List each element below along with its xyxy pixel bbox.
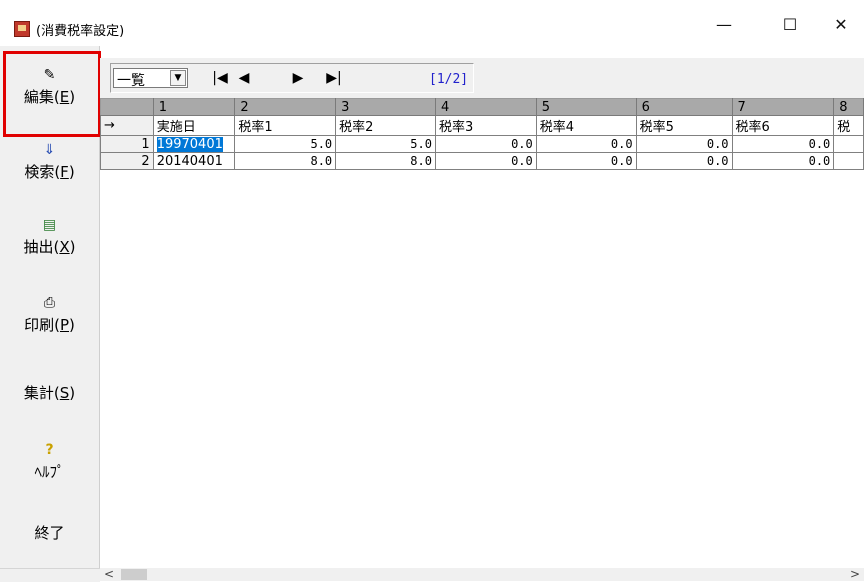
row-number[interactable]: 2 [100,152,154,170]
extract-button[interactable]: ▤ 抽出(X) [2,216,97,257]
corner-arrow: → [100,115,154,136]
last-record-button[interactable]: ▶| [325,70,343,86]
column-number-row: 1 2 3 4 5 6 7 8 [100,98,864,116]
maximize-button[interactable]: ☐ [767,10,813,40]
extract-shortcut: X [59,238,70,256]
help-button[interactable]: ? ﾍﾙﾌﾟ [2,441,97,482]
selected-cell-text: 19970401 [156,136,223,152]
app-icon [14,21,30,37]
column-number[interactable]: 6 [635,98,733,116]
table-cell[interactable]: 5.0 [234,135,337,153]
table-cell[interactable]: 0.0 [535,152,637,170]
date-cell[interactable]: 19970401 [152,135,236,153]
table-row[interactable]: 2 20140401 8.0 8.0 0.0 0.0 0.0 0.0 [100,152,864,170]
print-label: 印刷( [24,316,60,334]
scroll-right-icon[interactable]: > [850,568,860,581]
next-record-button[interactable]: ▶ [289,70,307,86]
aggregate-shortcut: S [59,384,70,402]
table-row[interactable]: 1 19970401 5.0 5.0 0.0 0.0 0.0 0.0 [100,135,864,153]
column-number[interactable]: 2 [234,98,337,116]
column-number[interactable]: 5 [535,98,637,116]
column-header: 税率5 [635,115,733,136]
column-header: 実施日 [152,115,236,136]
column-header: 税 [833,115,864,136]
close-button[interactable]: ✕ [818,10,864,40]
aggregate-label: 集計( [23,384,60,402]
table-cell[interactable]: 5.0 [335,135,436,153]
column-header: 税率4 [535,115,637,136]
tax-rate-table: 1 2 3 4 5 6 7 8 → 実施日 税率1 税率2 税率3 税率4 税率… [100,98,864,170]
help-label: ﾍﾙﾌﾟ [34,463,65,481]
column-header: 税率6 [731,115,835,136]
title-bar: (消費税率設定) — ☐ ✕ [0,0,864,46]
header-row: → 実施日 税率1 税率2 税率3 税率4 税率5 税率6 税 [100,115,864,136]
table-cell[interactable]: 0.0 [635,152,733,170]
print-shortcut: P [59,316,70,334]
scroll-thumb[interactable] [121,569,147,580]
table-cell[interactable]: 0.0 [434,152,537,170]
table-cell[interactable]: 0.0 [434,135,537,153]
data-grid[interactable]: 1 2 3 4 5 6 7 8 → 実施日 税率1 税率2 税率3 税率4 税率… [100,98,864,568]
column-header: 税率1 [234,115,337,136]
toolbar-group: 一覧 ▼ |◀ ◀ ▶ ▶| [1/2] [110,63,474,93]
help-icon: ? [45,442,54,458]
table-cell[interactable]: 0.0 [731,135,835,153]
extract-icon: ▤ [42,217,57,233]
view-select[interactable]: 一覧 ▼ [113,68,188,89]
exit-button[interactable]: 終了 [2,520,97,543]
table-cell[interactable]: 8.0 [335,152,436,170]
column-number[interactable]: 7 [731,98,835,116]
aggregate-button[interactable]: 集計(S) [2,380,97,403]
table-cell[interactable]: 8.0 [234,152,337,170]
column-number[interactable]: 1 [152,98,236,116]
column-number [100,98,154,116]
printer-icon: ⎙ [43,295,56,311]
table-cell[interactable]: 0.0 [731,152,835,170]
date-cell[interactable]: 20140401 [152,152,236,170]
row-number[interactable]: 1 [100,135,154,153]
horizontal-scrollbar[interactable]: < > [100,568,864,581]
search-arrow-icon: ⇓ [43,142,56,158]
search-shortcut: F [60,163,69,181]
minimize-button[interactable]: — [701,10,747,40]
status-bar [0,568,100,582]
print-button[interactable]: ⎙ 印刷(P) [2,294,97,335]
prev-record-button[interactable]: ◀ [235,70,253,86]
view-select-value: 一覧 [117,73,145,89]
column-header: 税率2 [335,115,436,136]
first-record-button[interactable]: |◀ [211,70,229,86]
scroll-left-icon[interactable]: < [104,568,114,581]
chevron-down-icon[interactable]: ▼ [170,70,186,86]
table-cell[interactable]: 0.0 [635,135,733,153]
column-number[interactable]: 8 [833,98,864,116]
extract-label: 抽出( [23,238,60,256]
table-cell[interactable]: 0.0 [535,135,637,153]
search-label: 検索( [24,163,61,181]
highlight-box [3,51,101,137]
page-indicator: [1/2] [429,72,469,87]
search-button[interactable]: ⇓ 検索(F) [2,141,97,182]
exit-label: 終了 [34,524,65,542]
column-header: 税率3 [434,115,537,136]
window-title: (消費税率設定) [36,24,125,39]
table-cell[interactable] [833,152,864,170]
table-cell[interactable] [833,135,864,153]
toolbar: 一覧 ▼ |◀ ◀ ▶ ▶| [1/2] [100,58,864,98]
column-number[interactable]: 4 [434,98,537,116]
column-number[interactable]: 3 [335,98,436,116]
